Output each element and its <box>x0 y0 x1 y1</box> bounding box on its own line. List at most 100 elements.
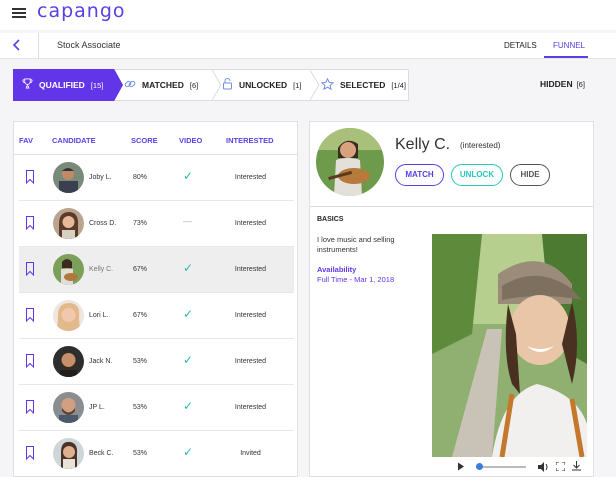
video-check-icon: ✓ <box>183 399 194 413</box>
video-check-icon: ✓ <box>183 353 194 367</box>
stage-matched-label: MATCHED <box>142 80 184 90</box>
candidate-list: FAV CANDIDATE SCORE VIDEO INTERESTED Job… <box>13 121 298 477</box>
column-interested[interactable]: INTERESTED <box>226 136 274 145</box>
stage-hidden-label: HIDDEN <box>540 79 573 89</box>
candidate-name: JP L. <box>89 404 105 411</box>
column-score[interactable]: SCORE <box>131 136 158 145</box>
table-row[interactable]: JP L. 53% ✓ Interested <box>19 385 294 431</box>
candidate-bio: I love music and selling instruments! <box>317 235 395 254</box>
stage-separator <box>310 70 320 100</box>
job-header: Stock Associate DETAILS FUNNEL <box>0 33 616 59</box>
video-controls <box>432 458 587 476</box>
stage-selected-count: [1/4] <box>391 80 406 90</box>
candidate-name: Kelly C. <box>89 266 114 273</box>
stage-unlocked-count: [1] <box>293 80 302 90</box>
candidate-score: 67% <box>133 312 148 319</box>
bookmark-icon[interactable] <box>26 308 34 322</box>
match-button[interactable]: MATCH <box>395 164 444 186</box>
candidate-name-heading: Kelly C. <box>395 136 451 153</box>
interest-status: Interested <box>234 220 267 227</box>
trophy-icon <box>22 78 33 92</box>
column-candidate[interactable]: CANDIDATE <box>52 136 96 145</box>
interest-status: Interested <box>234 358 267 365</box>
interest-status: Invited <box>240 450 261 457</box>
basics-heading: BASICS <box>317 216 344 223</box>
stage-matched[interactable]: MATCHED [6] <box>124 70 198 100</box>
download-icon[interactable] <box>572 461 581 471</box>
capango-logo[interactable]: capango <box>37 0 126 22</box>
candidate-status: (interested) <box>460 141 501 150</box>
candidate-name: Lori L. <box>89 312 109 319</box>
candidate-score: 67% <box>133 266 148 273</box>
stage-separator <box>212 70 222 100</box>
bookmark-icon[interactable] <box>26 400 34 414</box>
interest-status: Interested <box>234 312 267 319</box>
link-icon <box>124 78 136 93</box>
bookmark-icon[interactable] <box>26 170 34 184</box>
avatar <box>53 438 84 469</box>
video-progress-track[interactable] <box>476 466 526 468</box>
candidate-photo <box>316 128 384 196</box>
stage-matched-count: [6] <box>189 80 199 90</box>
stage-qualified[interactable]: QUALIFIED [15] <box>13 69 123 101</box>
stage-hidden[interactable]: HIDDEN [6] <box>540 79 585 89</box>
table-row[interactable]: Beck C. 53% ✓ Invited <box>19 431 294 476</box>
avatar <box>53 162 84 193</box>
bookmark-icon[interactable] <box>26 262 34 276</box>
bookmark-icon[interactable] <box>26 216 34 230</box>
job-title: Stock Associate <box>57 40 121 50</box>
candidate-name: Beck C. <box>89 450 114 457</box>
back-chevron-icon[interactable] <box>12 38 22 54</box>
table-row[interactable]: Lori L. 67% ✓ Interested <box>19 293 294 339</box>
fullscreen-icon[interactable] <box>556 462 565 471</box>
table-row[interactable]: Kelly C. 67% ✓ Interested <box>19 247 294 293</box>
bookmark-icon[interactable] <box>26 446 34 460</box>
column-fav[interactable]: FAV <box>19 136 33 145</box>
stage-unlocked[interactable]: UNLOCKED [1] <box>222 70 302 100</box>
candidate-score: 53% <box>133 358 148 365</box>
interest-status: Interested <box>234 266 267 273</box>
hide-button[interactable]: HIDE <box>510 164 550 186</box>
candidate-score: 53% <box>133 404 148 411</box>
avatar <box>53 392 84 423</box>
avatar <box>53 300 84 331</box>
unlock-button[interactable]: UNLOCK <box>451 164 503 186</box>
stage-qualified-label: QUALIFIED <box>39 80 85 90</box>
avatar <box>53 254 84 285</box>
volume-icon[interactable] <box>538 462 549 472</box>
candidate-name: Joby L. <box>89 174 112 181</box>
top-bar: capango <box>0 0 616 30</box>
video-check-icon: ✓ <box>183 307 194 321</box>
table-row[interactable]: Jack N. 53% ✓ Interested <box>19 339 294 385</box>
header-divider <box>38 33 39 59</box>
video-check-icon: ✓ <box>183 169 194 183</box>
tab-funnel[interactable]: FUNNEL <box>553 41 585 50</box>
video-check-icon: ✓ <box>183 445 194 459</box>
stage-hidden-count: [6] <box>576 80 585 89</box>
tab-details[interactable]: DETAILS <box>504 41 537 50</box>
stage-selected-label: SELECTED <box>340 80 386 90</box>
avatar <box>53 346 84 377</box>
hamburger-menu-icon[interactable] <box>12 6 26 20</box>
table-row[interactable]: Cross D. 73% — Interested <box>19 201 294 247</box>
candidate-score: 73% <box>133 220 148 227</box>
candidate-score: 53% <box>133 450 148 457</box>
star-icon <box>320 77 335 93</box>
table-row[interactable]: Joby L. 80% ✓ Interested <box>19 155 294 201</box>
column-video[interactable]: VIDEO <box>179 136 202 145</box>
video-progress-knob[interactable] <box>476 463 483 470</box>
availability-value: Full Time - Mar 1, 2018 <box>317 275 395 284</box>
candidate-detail: Kelly C. (interested) MATCH UNLOCK HIDE … <box>309 121 594 477</box>
availability-label: Availability <box>317 265 357 274</box>
video-check-icon: ✓ <box>183 261 194 275</box>
detail-divider <box>310 206 593 207</box>
stage-selected[interactable]: SELECTED [1/4] <box>320 70 406 100</box>
stage-unlocked-label: UNLOCKED <box>239 80 288 90</box>
candidate-score: 80% <box>133 174 148 181</box>
bookmark-icon[interactable] <box>26 354 34 368</box>
unlock-icon <box>222 77 233 93</box>
play-icon[interactable] <box>457 462 465 471</box>
no-video-dash-icon: — <box>183 216 192 226</box>
candidate-name: Jack N. <box>89 358 113 365</box>
candidate-video[interactable] <box>432 234 587 457</box>
